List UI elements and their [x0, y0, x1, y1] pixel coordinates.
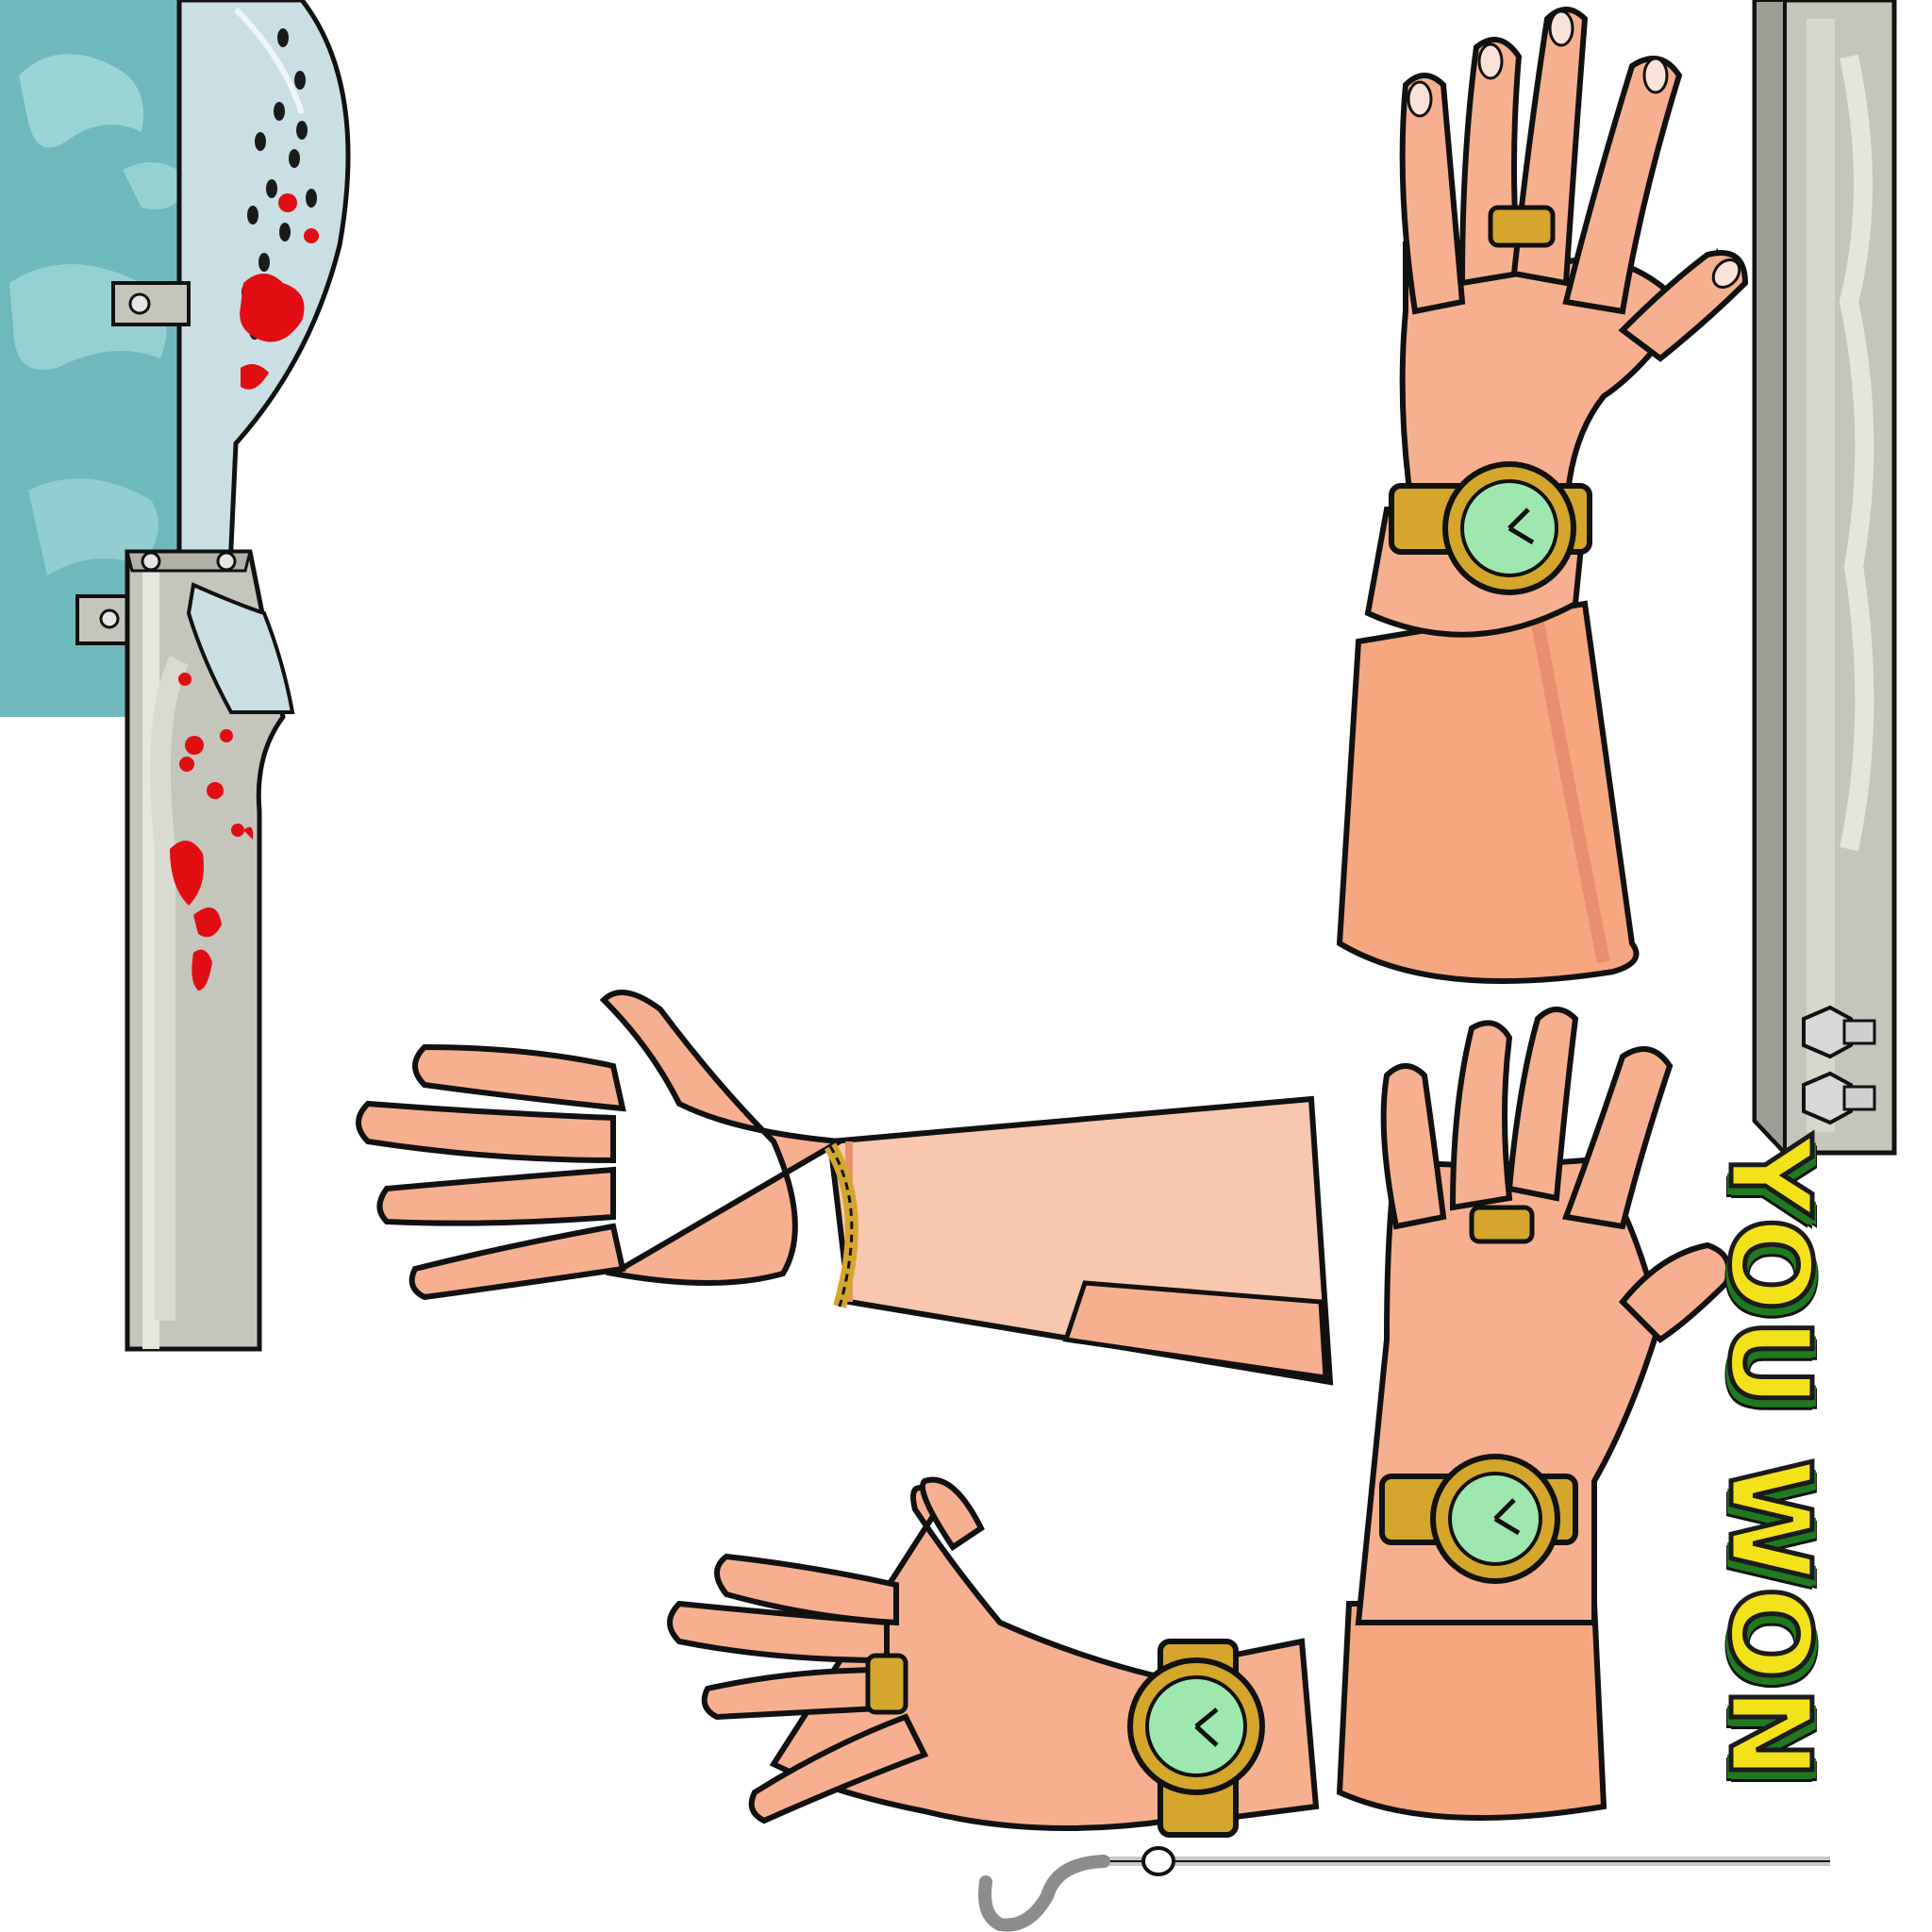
- sprite-sheet: YOU WON: [0, 0, 1932, 1932]
- hook-rod: [978, 1846, 1830, 1932]
- you-won-text: YOU WON: [1703, 1133, 1838, 1789]
- you-won-banner: YOU WON: [1703, 1133, 1838, 1789]
